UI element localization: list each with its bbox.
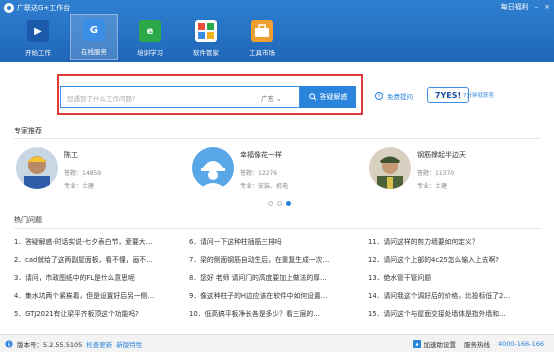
divider (14, 228, 540, 229)
window-controls: 每日福利 – × (501, 2, 550, 12)
question-link[interactable]: 1．答疑解惑-时话实说-七夕表白节，爱要大… (14, 236, 152, 246)
question-link[interactable]: 3．请问，市政图纸中的FL是什么意思呢 (14, 272, 135, 282)
question-link[interactable]: 11．请问这样的剪力墙要如何定义？ (368, 236, 479, 246)
search-button-label: 答疑解惑 (319, 93, 348, 101)
expert-card[interactable]: 钢筋撑起半边天 答题：11370 专业：土建 (369, 147, 519, 197)
question-link[interactable]: 12．请问这个上部的4c25怎么输入上去啊? (368, 254, 499, 264)
question-link[interactable]: 4．集水坑两个紧挨着，但是设置好后另一侧… (14, 290, 154, 300)
nav-label: 开始工作 (25, 49, 51, 57)
question-link[interactable]: 2．cad就给了这两副屋面板，看不懂，画不… (14, 254, 153, 264)
version-label: 版本号：5.2.55.5105 (17, 341, 83, 349)
expert-specialty: 专业：土建 (64, 183, 95, 190)
avatar (369, 147, 411, 189)
software-manager-icon (195, 20, 217, 42)
expert-card[interactable]: 幸福像花一样 答题：12276 专业：安装、机电 (192, 147, 342, 197)
divider (14, 138, 540, 139)
speed-settings-link[interactable]: 加速助设置 (413, 339, 456, 349)
search-box[interactable]: 您遇到了什么工作问题? 广东 ⌄ (60, 86, 300, 108)
expert-specialty: 专业：土建 (417, 183, 448, 190)
main-nav: ▶ 开始工作 G 在线服务 e 培训学习 软件管家 工具市场 (14, 14, 286, 60)
nav-label: 工具市场 (249, 49, 275, 57)
avatar (192, 147, 234, 189)
nav-software-manager[interactable]: 软件管家 (182, 14, 230, 60)
carousel-dot[interactable] (268, 201, 273, 206)
expert-name: 幸福像花一样 (240, 151, 282, 159)
carousel-dots (268, 201, 291, 206)
chevron-down-icon: ⌄ (276, 95, 282, 103)
questions-title: 热门问题 (14, 216, 42, 224)
expert-card[interactable]: 陈工 答题：14859 专业：土建 (16, 147, 166, 197)
question-icon: ? (375, 92, 383, 100)
app-title: 广联达G+工作台 (17, 4, 71, 12)
expert-answers: 答题：14859 (64, 170, 102, 177)
free-question-link[interactable]: ? 免费提问 (375, 91, 413, 101)
avatar (16, 147, 58, 189)
minimize-button[interactable]: – (535, 2, 539, 12)
question-link[interactable]: 6．请问一下这种柱插筋三排吗 (189, 236, 282, 246)
hotline-phone: 4000-166-166 (497, 340, 544, 348)
nav-label: 软件管家 (193, 49, 219, 57)
version-info: 版本号：5.2.55.5105 检查更新 新版特性 (5, 339, 142, 349)
question-link[interactable]: 13．绝水管干管问题 (368, 272, 431, 282)
title-bar: 广联达G+工作台 每日福利 – × ▶ 开始工作 G 在线服务 e 培训学习 软… (0, 0, 554, 62)
carousel-dot-active[interactable] (286, 201, 291, 206)
expert-name: 陈工 (64, 151, 78, 159)
nav-tool-market[interactable]: 工具市场 (238, 14, 286, 60)
new-features-link[interactable]: 新版特性 (116, 339, 142, 349)
search-button[interactable]: 答疑解惑 (300, 86, 356, 108)
footer-right: 加速助设置 服务热线 4000-166-166 (413, 339, 544, 349)
expert-answers: 答题：11370 (417, 170, 455, 177)
nav-start-work[interactable]: ▶ 开始工作 (14, 14, 62, 60)
hotline-label: 服务热线 (463, 341, 490, 349)
badge-sub: 7分钟就获答 (463, 93, 494, 99)
expert-specialty: 专业：安装、机电 (240, 183, 289, 190)
speed-icon (413, 340, 422, 348)
region-label: 广东 (261, 95, 274, 103)
free-question-label: 免费提问 (387, 93, 413, 101)
search-input[interactable]: 您遇到了什么工作问题? (67, 93, 135, 103)
expert-answers: 答题：12276 (240, 170, 278, 177)
question-link[interactable]: 14．请问我这个调好后的价格，比投标低了2… (368, 290, 510, 300)
start-icon: ▶ (27, 20, 49, 42)
carousel-dot[interactable] (277, 201, 282, 206)
online-service-icon: G (83, 19, 105, 41)
question-link[interactable]: 5．GTJ2021有让梁平齐板顶这个功能吗? (14, 308, 139, 318)
close-button[interactable]: × (544, 2, 550, 12)
region-select[interactable]: 广东 ⌄ (261, 93, 282, 103)
status-bar: 版本号：5.2.55.5105 检查更新 新版特性 加速助设置 服务热线 400… (0, 334, 554, 352)
question-link[interactable]: 10．低高搞平板净长各是多少？看三层的… (189, 308, 320, 318)
nav-label: 在线服务 (81, 48, 107, 56)
badge-main: 7YES! (434, 90, 462, 100)
question-link[interactable]: 15．请问这个与屋面交接处墙体是指外墙和… (368, 308, 506, 318)
nav-training[interactable]: e 培训学习 (126, 14, 174, 60)
nav-online-service[interactable]: G 在线服务 (70, 14, 118, 60)
search-icon (308, 93, 317, 101)
check-update-link[interactable]: 检查更新 (86, 339, 112, 349)
training-icon: e (139, 20, 161, 42)
question-link[interactable]: 7．梁的侧面钢筋自动生后，在重复生成一次… (189, 254, 329, 264)
info-icon (5, 340, 13, 348)
speed-settings-label: 加速助设置 (423, 341, 456, 349)
nav-label: 培训学习 (137, 49, 163, 57)
question-link[interactable]: 8．您好 老师 请问门的高度要加上做法的厚… (189, 272, 327, 282)
question-link[interactable]: 9．像这种柱子的H边应该在软件中如何设置… (189, 290, 328, 300)
tool-market-icon (251, 20, 273, 42)
daily-bonus-link[interactable]: 每日福利 (501, 2, 529, 12)
experts-title: 专家推荐 (14, 127, 42, 135)
app-logo-icon (4, 3, 14, 13)
expert-name: 钢筋撑起半边天 (417, 151, 466, 159)
